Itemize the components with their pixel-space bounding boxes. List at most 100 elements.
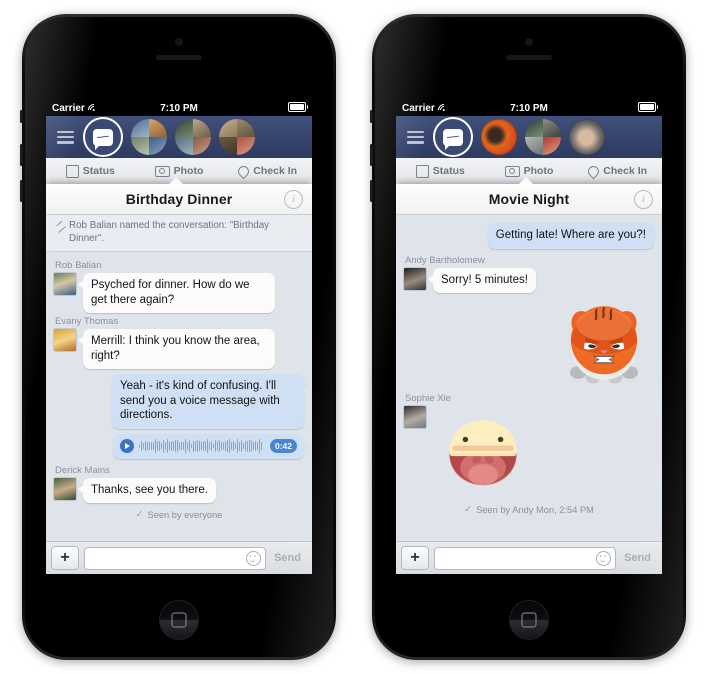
- location-pin-icon: [236, 163, 252, 179]
- message-sender: Sophie Xie: [405, 393, 451, 404]
- message-list: Getting late! Where are you?! Andy Barth…: [396, 215, 662, 523]
- avatar-andy-bartholomew[interactable]: [404, 267, 426, 290]
- message-bubble[interactable]: Thanks, see you there.: [78, 477, 216, 503]
- composer-checkin-label: Check In: [253, 165, 298, 177]
- chathead-avatar-3[interactable]: [569, 119, 605, 155]
- message-input-bar: + Send: [396, 541, 662, 574]
- read-receipt-text: Seen by Andy Mon, 2:54 PM: [476, 504, 594, 515]
- volume-up-button[interactable]: [20, 144, 23, 166]
- composer-checkin-button[interactable]: Check In: [223, 163, 312, 179]
- read-receipt-text: Seen by everyone: [147, 509, 223, 520]
- composer-checkin-button[interactable]: Check In: [573, 163, 662, 179]
- avatar-rob-balian[interactable]: [54, 273, 76, 295]
- voice-message[interactable]: 0:42: [113, 433, 309, 459]
- open-mouth-sticker[interactable]: [439, 406, 531, 498]
- composer-status-label: Status: [432, 165, 465, 177]
- messenger-sheet-left: Birthday Dinner i Rob Balian named the c…: [46, 177, 312, 574]
- chathead-avatar-1[interactable]: [481, 119, 517, 155]
- chathead-avatar-2[interactable]: [175, 119, 211, 155]
- status-compose-icon: [65, 164, 79, 178]
- composer-status-label: Status: [82, 165, 115, 177]
- message-bubble[interactable]: Getting late! Where are you?!: [487, 223, 660, 249]
- composer-status-button[interactable]: Status: [46, 164, 135, 178]
- angry-cat-sticker[interactable]: [558, 297, 650, 389]
- read-receipt: ✓ Seen by Andy Mon, 2:54 PM: [404, 500, 654, 520]
- message-bubble[interactable]: Psyched for dinner. How do we get there …: [78, 273, 275, 313]
- status-bar-time: 7:10 PM: [160, 102, 198, 114]
- message-row: Getting late! Where are you?!: [404, 223, 660, 249]
- status-bar: Carrier 7:10 PM: [396, 100, 662, 119]
- volume-down-button[interactable]: [20, 180, 23, 202]
- chathead-avatar-1[interactable]: [131, 119, 167, 155]
- message-sender: Derick Mains: [55, 464, 110, 476]
- info-icon[interactable]: i: [284, 189, 303, 209]
- hamburger-menu-icon[interactable]: [57, 130, 74, 144]
- message-thread[interactable]: Getting late! Where are you?! Andy Barth…: [396, 215, 662, 541]
- page-title: Birthday Dinner: [125, 191, 233, 207]
- chathead-avatar-3[interactable]: [219, 119, 255, 155]
- conversation-header: Movie Night i: [396, 184, 662, 215]
- composer-checkin-label: Check In: [603, 165, 648, 177]
- play-icon[interactable]: [120, 439, 134, 453]
- smiley-icon[interactable]: [246, 550, 262, 566]
- status-bar-time: 7:10 PM: [510, 102, 548, 114]
- voice-duration: 0:42: [269, 439, 297, 453]
- home-button[interactable]: [159, 600, 199, 640]
- composer-photo-button[interactable]: Photo: [135, 165, 224, 177]
- message-sender: Rob Balian: [55, 260, 102, 271]
- front-camera-icon: [175, 38, 183, 46]
- message-row: Thanks, see you there.: [54, 477, 304, 503]
- mute-switch[interactable]: [370, 110, 373, 123]
- location-pin-icon: [586, 163, 602, 179]
- message-bubble[interactable]: Merrill: I think you know the area, righ…: [78, 329, 275, 369]
- mute-switch[interactable]: [20, 110, 23, 123]
- avatar-sophie-xie[interactable]: [404, 406, 426, 428]
- send-button[interactable]: Send: [621, 552, 657, 564]
- message-input-field[interactable]: [84, 546, 267, 570]
- composer-photo-label: Photo: [523, 165, 554, 177]
- volume-down-button[interactable]: [370, 180, 373, 202]
- message-bubble[interactable]: Yeah - it's kind of confusing. I'll send…: [112, 374, 309, 429]
- composer-status-button[interactable]: Status: [396, 164, 485, 178]
- messenger-chathead-button[interactable]: [433, 117, 473, 157]
- message-input-bar: + Send: [46, 541, 312, 574]
- message-thread[interactable]: Rob Balian named the conversation: "Birt…: [46, 215, 312, 541]
- smiley-icon[interactable]: [596, 550, 612, 566]
- composer-photo-button[interactable]: Photo: [485, 165, 574, 177]
- avatar-derick-mains[interactable]: [54, 477, 76, 500]
- messenger-chathead-button[interactable]: [83, 117, 123, 157]
- checkmark-icon: ✓: [464, 504, 473, 515]
- checkmark-icon: ✓: [135, 509, 144, 520]
- hamburger-menu-icon[interactable]: [407, 130, 424, 144]
- avatar-evany-thomas[interactable]: [54, 329, 76, 351]
- audio-waveform: [139, 438, 265, 454]
- message-input-field[interactable]: [434, 546, 617, 570]
- message-sender: Andy Bartholomew: [405, 254, 485, 266]
- message-row: Sorry! 5 minutes!: [404, 267, 654, 293]
- facebook-navbar: [396, 116, 662, 158]
- add-attachment-button[interactable]: +: [51, 546, 79, 570]
- volume-up-button[interactable]: [370, 144, 373, 166]
- camera-icon: [504, 165, 520, 177]
- battery-icon: [638, 101, 658, 112]
- screen-left: Carrier 7:10 PM Status Photo Check In Bi…: [46, 100, 312, 574]
- conversation-header: Birthday Dinner i: [46, 184, 312, 215]
- message-row: Merrill: I think you know the area, righ…: [54, 329, 304, 369]
- facebook-navbar: [46, 116, 312, 158]
- message-bubble[interactable]: Sorry! 5 minutes!: [428, 267, 536, 293]
- read-receipt: ✓ Seen by everyone: [54, 505, 304, 525]
- status-compose-icon: [415, 164, 429, 178]
- chathead-avatar-2[interactable]: [525, 119, 561, 155]
- sticker-row: [404, 295, 654, 389]
- info-icon[interactable]: i: [634, 189, 653, 209]
- iphone-device-left: Carrier 7:10 PM Status Photo Check In Bi…: [20, 14, 336, 660]
- iphone-device-right: Carrier 7:10 PM Status Photo Check In Mo…: [370, 14, 686, 660]
- message-input[interactable]: [91, 551, 244, 565]
- messenger-sheet-right: Movie Night i Getting late! Where are yo…: [396, 177, 662, 574]
- status-bar: Carrier 7:10 PM: [46, 100, 312, 119]
- home-button[interactable]: [509, 600, 549, 640]
- add-attachment-button[interactable]: +: [401, 546, 429, 570]
- send-button[interactable]: Send: [271, 552, 307, 564]
- message-list: Rob Balian Psyched for dinner. How do we…: [46, 252, 312, 528]
- message-input[interactable]: [441, 551, 594, 565]
